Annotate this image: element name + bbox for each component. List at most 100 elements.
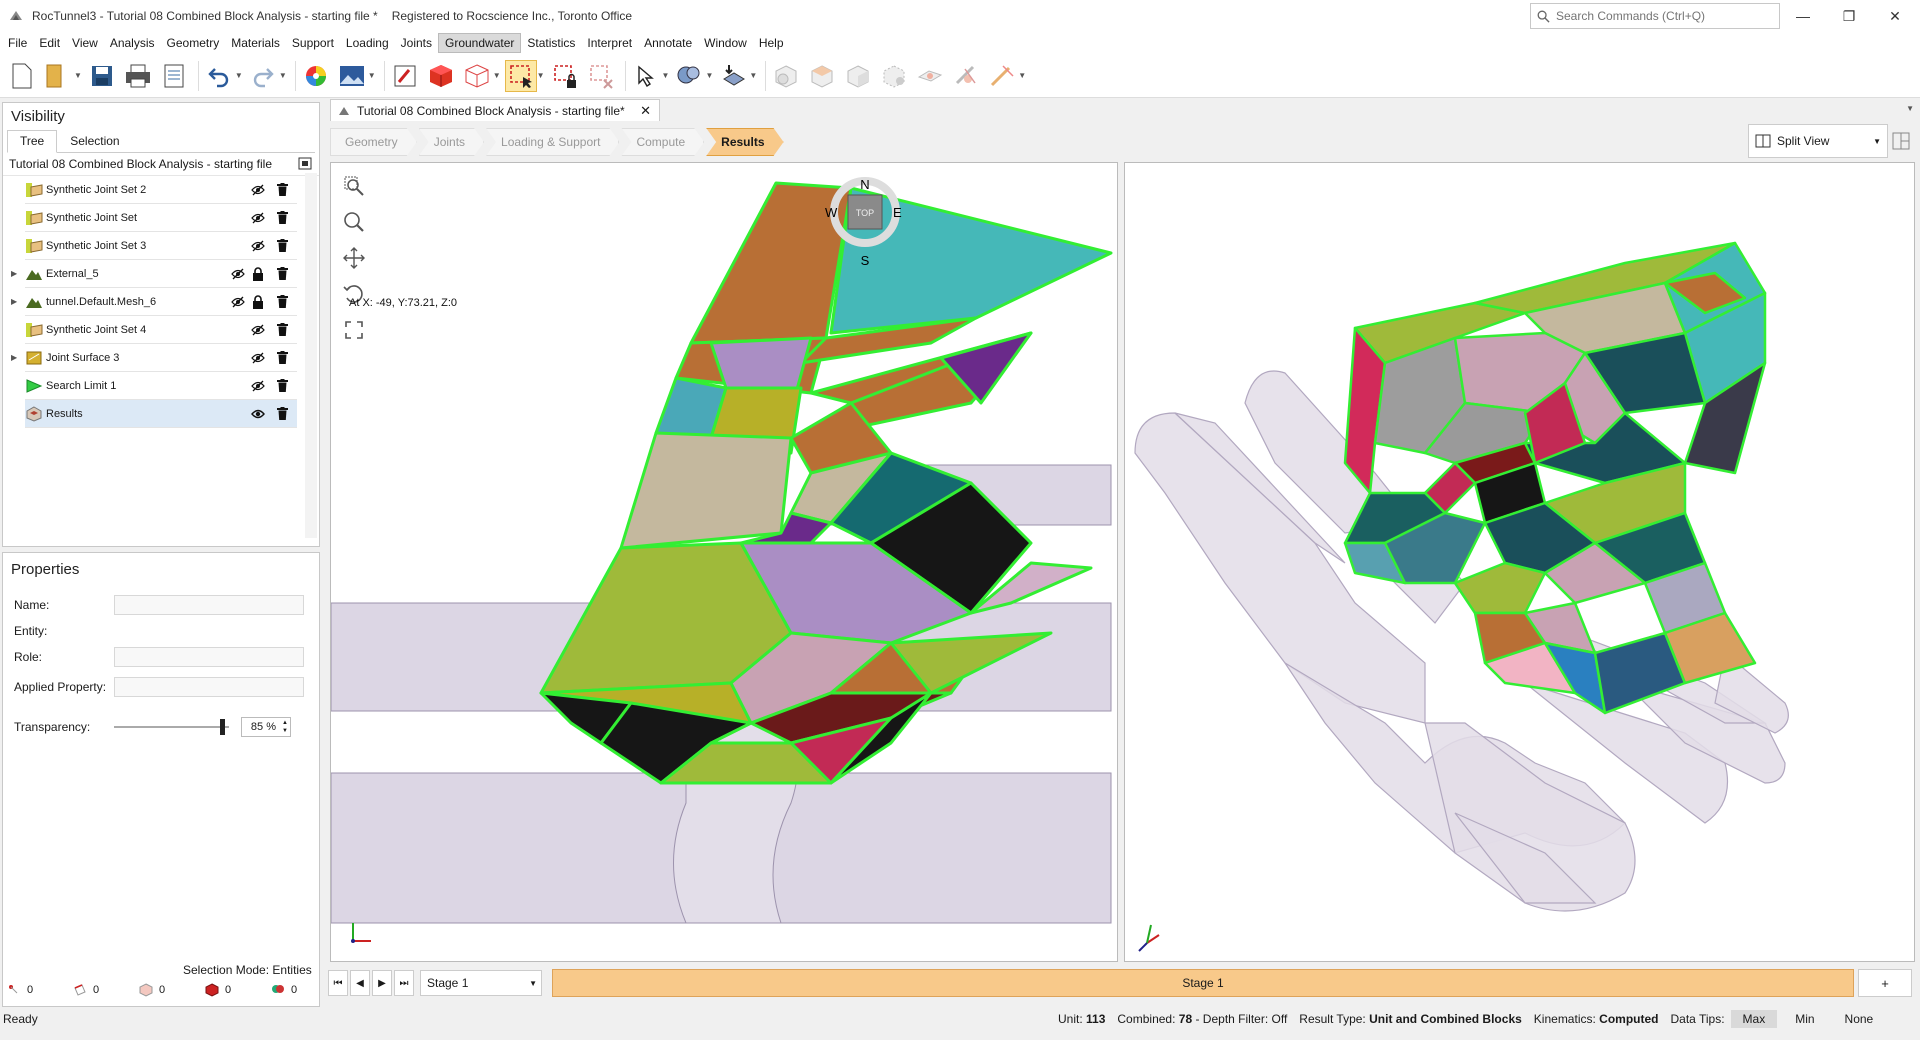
tree-item[interactable]: Synthetic Joint Set 4 <box>25 316 297 344</box>
tree-scrollbar[interactable] <box>305 173 317 538</box>
zoom-button[interactable] <box>341 209 367 235</box>
trash-icon[interactable] <box>273 377 291 395</box>
tree-item[interactable]: Results <box>25 400 297 428</box>
menu-window[interactable]: Window <box>698 34 753 52</box>
menu-view[interactable]: View <box>66 34 104 52</box>
name-field[interactable] <box>114 595 304 615</box>
background-image-button[interactable] <box>336 60 368 92</box>
data-tips-none[interactable]: None <box>1833 1010 1886 1028</box>
trash-icon[interactable] <box>273 349 291 367</box>
tree-item[interactable]: Search Limit 1 <box>25 372 297 400</box>
select-dropdown-icon[interactable]: ▼ <box>537 71 545 80</box>
zoom-window-button[interactable] <box>341 173 367 199</box>
hidden-eye-icon[interactable] <box>229 293 247 311</box>
lock-icon[interactable] <box>249 293 267 311</box>
view-tool-5-button[interactable] <box>914 60 946 92</box>
close-tab-icon[interactable]: ✕ <box>640 103 651 119</box>
pick-dropdown-icon[interactable]: ▼ <box>662 71 670 80</box>
tree-item[interactable]: ▶ Joint Surface 3 <box>11 344 297 372</box>
print-button[interactable] <box>122 60 154 92</box>
split-view-select[interactable]: Split View ▼ <box>1748 124 1888 158</box>
data-tips-min[interactable]: Min <box>1783 1010 1826 1028</box>
redo-dropdown-icon[interactable]: ▼ <box>279 71 287 80</box>
workflow-compute[interactable]: Compute <box>621 128 704 156</box>
stage-select[interactable]: Stage 1 ▼ <box>420 970 542 996</box>
solid-block-button[interactable] <box>425 60 457 92</box>
view-dropdown-icon[interactable]: ▼ <box>1018 71 1026 80</box>
command-search[interactable] <box>1530 3 1780 29</box>
menu-support[interactable]: Support <box>286 34 340 52</box>
tree-item[interactable]: Synthetic Joint Set 2 <box>25 176 297 204</box>
hidden-eye-icon[interactable] <box>249 377 267 395</box>
workflow-geometry[interactable]: Geometry <box>330 128 417 156</box>
lock-icon[interactable] <box>249 265 267 283</box>
trash-icon[interactable] <box>273 181 291 199</box>
redo-button[interactable] <box>247 60 279 92</box>
applied-property-select[interactable] <box>114 677 304 697</box>
view-tool-3-button[interactable] <box>842 60 874 92</box>
menu-analysis[interactable]: Analysis <box>104 34 161 52</box>
expand-arrow-icon[interactable]: ▶ <box>11 353 17 362</box>
tab-tree[interactable]: Tree <box>7 130 58 153</box>
menu-joints[interactable]: Joints <box>395 34 438 52</box>
first-stage-button[interactable]: ⏮ <box>328 970 348 996</box>
tree-item[interactable]: ▶ tunnel.Default.Mesh_6 <box>11 288 297 316</box>
report-button[interactable] <box>158 60 190 92</box>
trash-icon[interactable] <box>273 265 291 283</box>
tree-item[interactable]: Synthetic Joint Set <box>25 204 297 232</box>
hidden-eye-icon[interactable] <box>249 321 267 339</box>
stage-dropdown-icon[interactable]: ▼ <box>529 979 537 988</box>
close-window-button[interactable]: ✕ <box>1872 0 1918 32</box>
display-dropdown-icon[interactable]: ▼ <box>493 71 501 80</box>
transparency-slider[interactable] <box>114 719 229 735</box>
trash-icon[interactable] <box>273 321 291 339</box>
open-dropdown-icon[interactable]: ▼ <box>74 71 82 80</box>
open-file-button[interactable] <box>42 60 74 92</box>
document-tab[interactable]: Tutorial 08 Combined Block Analysis - st… <box>330 99 660 121</box>
add-stage-button[interactable]: + <box>1858 969 1912 997</box>
transparency-spinbox[interactable]: 85 % ▲ ▼ <box>241 717 291 737</box>
next-stage-button[interactable]: ▶ <box>372 970 392 996</box>
viewport-top[interactable]: TOP N S E W At X: -49, Y:73.21, Z:0 <box>330 162 1118 962</box>
workflow-loading-support[interactable]: Loading & Support <box>486 128 619 156</box>
tab-selection[interactable]: Selection <box>57 130 132 152</box>
select-box-button[interactable] <box>504 59 537 92</box>
expand-arrow-icon[interactable]: ▶ <box>11 297 17 306</box>
menu-groundwater[interactable]: Groundwater <box>438 33 522 53</box>
menu-loading[interactable]: Loading <box>340 34 395 52</box>
menu-edit[interactable]: Edit <box>33 34 66 52</box>
hidden-eye-icon[interactable] <box>249 237 267 255</box>
query-dropdown-icon[interactable]: ▼ <box>705 71 713 80</box>
menu-annotate[interactable]: Annotate <box>638 34 698 52</box>
restore-button[interactable]: ❐ <box>1826 0 1872 32</box>
pick-tool-button[interactable] <box>630 60 662 92</box>
hidden-eye-icon[interactable] <box>249 349 267 367</box>
menu-statistics[interactable]: Statistics <box>521 34 581 52</box>
trash-icon[interactable] <box>273 209 291 227</box>
role-select[interactable] <box>114 647 304 667</box>
tree-item[interactable]: Synthetic Joint Set 3 <box>25 232 297 260</box>
background-dropdown-icon[interactable]: ▼ <box>368 71 376 80</box>
new-file-button[interactable] <box>6 60 38 92</box>
tree-item[interactable]: ▶ External_5 <box>11 260 297 288</box>
edit-tool-button[interactable] <box>389 60 421 92</box>
command-search-input[interactable] <box>1556 9 1766 23</box>
spin-arrows-icon[interactable]: ▲ ▼ <box>282 719 288 735</box>
pan-button[interactable] <box>341 245 367 271</box>
menu-file[interactable]: File <box>2 34 33 52</box>
undo-dropdown-icon[interactable]: ▼ <box>235 71 243 80</box>
hidden-eye-icon[interactable] <box>229 265 247 283</box>
workflow-joints[interactable]: Joints <box>419 128 484 156</box>
trash-icon[interactable] <box>273 405 291 423</box>
previous-stage-button[interactable]: ◀ <box>350 970 370 996</box>
viewport-perspective[interactable] <box>1124 162 1915 962</box>
wireframe-block-button[interactable] <box>461 60 493 92</box>
split-view-dropdown-icon[interactable]: ▼ <box>1873 137 1881 146</box>
trash-icon[interactable] <box>273 237 291 255</box>
workflow-results[interactable]: Results <box>706 128 783 156</box>
tree-options-icon[interactable] <box>297 157 313 171</box>
lock-selection-button[interactable] <box>549 60 581 92</box>
minimize-button[interactable]: — <box>1780 0 1826 32</box>
view-tool-1-button[interactable] <box>770 60 802 92</box>
color-wheel-button[interactable] <box>300 60 332 92</box>
